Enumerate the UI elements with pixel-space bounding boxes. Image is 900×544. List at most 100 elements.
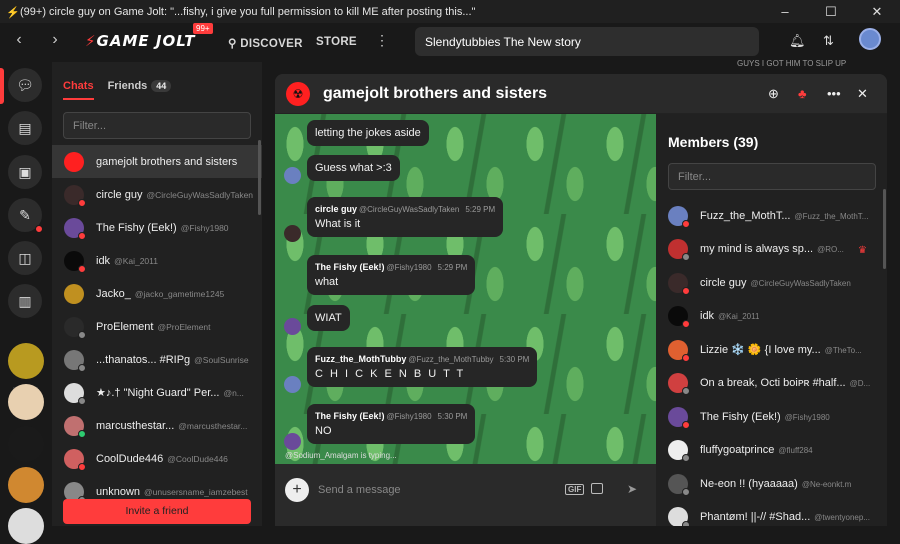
chat-list-item[interactable]: Jacko_ @jacko_gametime1245 bbox=[52, 277, 262, 310]
members-filter-input[interactable]: Filter... bbox=[668, 163, 876, 190]
message-text: letting the jokes aside bbox=[315, 127, 421, 139]
send-icon[interactable]: ➤ bbox=[627, 482, 637, 496]
chat-list: gamejolt brothers and sisters circle guy @… bbox=[52, 145, 262, 508]
tab-chats[interactable]: Chats bbox=[63, 80, 94, 100]
discover-icon: ⚲ bbox=[228, 38, 241, 50]
store-link[interactable]: STORE bbox=[316, 36, 357, 48]
maximize-button[interactable]: ☐ bbox=[808, 0, 854, 23]
tab-friends[interactable]: Friends 44 bbox=[108, 80, 172, 92]
chat-list-scrollbar[interactable] bbox=[258, 140, 261, 215]
chat-avatar bbox=[64, 448, 86, 471]
discover-link[interactable]: ⚲ DISCOVER bbox=[228, 36, 303, 50]
library-icon[interactable]: ▥ bbox=[8, 284, 42, 318]
user-avatar[interactable] bbox=[859, 28, 881, 50]
member-name: On a break, Octi boiᴘʀ #half... bbox=[700, 377, 846, 390]
member-username: @Fishy1980 bbox=[784, 412, 830, 422]
group-title: gamejolt brothers and sisters bbox=[323, 85, 548, 102]
member-list-item[interactable]: idk @Kai_2011 bbox=[656, 300, 882, 334]
member-list-item[interactable]: Fuzz_the_MothT... @Fuzz_the_MothT... bbox=[656, 199, 882, 233]
chat-list-item[interactable]: circle guy @CircleGuyWasSadlyTaken bbox=[52, 178, 262, 211]
invite-friend-button[interactable]: Invite a friend bbox=[63, 499, 251, 524]
message-avatar[interactable] bbox=[284, 433, 301, 450]
message-author[interactable]: circle guy bbox=[315, 204, 357, 214]
controller-icon[interactable]: ◫ bbox=[8, 241, 42, 275]
members-panel: Members (39) Filter... Fuzz_the_MothT...… bbox=[656, 114, 887, 526]
member-label: Ne-eon !! (hyaaaaa) @Ne-eonkt.m bbox=[700, 478, 851, 490]
member-username: @Fuzz_the_MothT... bbox=[794, 211, 869, 221]
member-list-item[interactable]: Lizzie ❄️ 🌼 {I love my... @TheTo... bbox=[656, 333, 882, 367]
message-input[interactable]: Send a message bbox=[318, 484, 401, 496]
search-input[interactable]: Slendytubbies The New story bbox=[415, 27, 759, 56]
more-menu-icon[interactable]: ⋮ bbox=[375, 32, 389, 49]
member-username: @twentyonep... bbox=[814, 513, 870, 523]
member-name: The Fishy (Eek!) bbox=[700, 410, 781, 423]
message-time: 5:30 PM bbox=[437, 412, 468, 421]
message-avatar[interactable] bbox=[284, 225, 301, 242]
add-member-icon[interactable]: ⊕ bbox=[768, 86, 779, 102]
activity-icon[interactable]: ⇅ bbox=[823, 33, 834, 49]
message-avatar[interactable] bbox=[284, 376, 301, 393]
chat-filter-input[interactable]: Filter... bbox=[63, 112, 251, 139]
backpack-icon[interactable]: ▣ bbox=[8, 155, 42, 189]
member-list-item[interactable]: my mind is always sp... @RO... ♛ bbox=[656, 233, 882, 267]
community-avatar[interactable] bbox=[8, 343, 44, 379]
status-dot bbox=[682, 320, 690, 329]
group-logo-icon: ☢ bbox=[286, 82, 310, 106]
chat-list-item[interactable]: marcusthestar... @marcusthestar... bbox=[52, 409, 262, 442]
member-list-item[interactable]: Phantøm! ||-// #Shad... @twentyonep... bbox=[656, 501, 882, 526]
member-list-item[interactable]: The Fishy (Eek!) @Fishy1980 bbox=[656, 400, 882, 434]
image-icon[interactable] bbox=[591, 483, 603, 494]
member-list-item[interactable]: On a break, Octi boiᴘʀ #half... @D... bbox=[656, 367, 882, 401]
chat-label: idk @Kai_2011 bbox=[96, 255, 158, 267]
chat-list-item[interactable]: The Fishy (Eek!) @Fishy1980 bbox=[52, 211, 262, 244]
close-window-button[interactable]: ✕ bbox=[854, 0, 900, 23]
store-icon[interactable]: ▤ bbox=[8, 111, 42, 145]
chat-icon[interactable]: 💬︎ bbox=[8, 68, 42, 102]
window-controls: – ☐ ✕ bbox=[762, 0, 900, 23]
community-avatar[interactable] bbox=[8, 467, 44, 503]
member-name: Phantøm! ||-// #Shad... bbox=[700, 511, 811, 524]
tab-friends-label: Friends bbox=[107, 80, 148, 92]
status-dot bbox=[682, 387, 690, 396]
members-icon[interactable]: ♣ bbox=[798, 86, 807, 101]
gamejolt-logo[interactable]: ⚡GAME JOLT bbox=[85, 32, 196, 50]
message-username: @Fuzz_the_MothTubby bbox=[408, 355, 494, 364]
chat-list-item[interactable]: ★♪.† "Night Guard" Per... @n... bbox=[52, 376, 262, 409]
message-text: NO bbox=[315, 425, 332, 437]
chat-list-item[interactable]: idk @Kai_2011 bbox=[52, 244, 262, 277]
members-scrollbar[interactable] bbox=[883, 189, 886, 269]
members-title: Members (39) bbox=[668, 134, 759, 150]
message-meta: Fuzz_the_MothTubby @Fuzz_the_MothTubby 5:3… bbox=[315, 354, 529, 364]
message-avatar[interactable] bbox=[284, 167, 301, 184]
member-list-item[interactable]: Ne-eon !! (hyaaaaa) @Ne-eonkt.m bbox=[656, 467, 882, 501]
community-avatar[interactable] bbox=[8, 508, 44, 544]
chat-avatar bbox=[64, 283, 84, 304]
minimize-button[interactable]: – bbox=[762, 0, 808, 23]
message-author[interactable]: Fuzz_the_MothTubby bbox=[315, 354, 406, 364]
logo-bolt-icon: ⚡ bbox=[85, 32, 97, 50]
chat-list-item[interactable]: CoolDude446 @CoolDude446 bbox=[52, 442, 262, 475]
close-chat-icon[interactable]: ✕ bbox=[857, 86, 868, 102]
message-bubble: Guess what >:3 bbox=[307, 155, 400, 181]
community-avatar[interactable] bbox=[8, 426, 44, 462]
chat-avatar bbox=[64, 415, 86, 438]
message-author[interactable]: The Fishy (Eek!) bbox=[315, 262, 385, 272]
chat-username: @CoolDude446 bbox=[167, 453, 228, 464]
message-avatar[interactable] bbox=[284, 318, 301, 335]
back-arrow-icon[interactable]: ‹ bbox=[9, 31, 29, 49]
community-avatar[interactable] bbox=[8, 384, 44, 420]
member-username: @D... bbox=[849, 379, 870, 389]
bell-icon[interactable]: 🔔︎ bbox=[789, 33, 806, 49]
more-options-icon[interactable]: ••• bbox=[827, 86, 841, 101]
chat-username: @jacko_gametime1245 bbox=[134, 288, 225, 299]
chat-list-item[interactable]: gamejolt brothers and sisters bbox=[52, 145, 262, 178]
chat-list-item[interactable]: ...thanatos... #RIPg @SoulSunrise bbox=[52, 343, 262, 376]
crown-icon: ♛ bbox=[858, 244, 867, 256]
forward-arrow-icon[interactable]: › bbox=[45, 31, 65, 49]
chat-list-item[interactable]: ProElement @ProElement bbox=[52, 310, 262, 343]
gif-icon[interactable]: GIF bbox=[565, 484, 585, 495]
add-attachment-button[interactable]: + bbox=[285, 478, 309, 502]
member-list-item[interactable]: fluffygoatprince @fluff284 bbox=[656, 434, 882, 468]
message-author[interactable]: The Fishy (Eek!) bbox=[315, 411, 385, 421]
member-list-item[interactable]: circle guy @CircleGuyWasSadlyTaken bbox=[656, 266, 882, 300]
